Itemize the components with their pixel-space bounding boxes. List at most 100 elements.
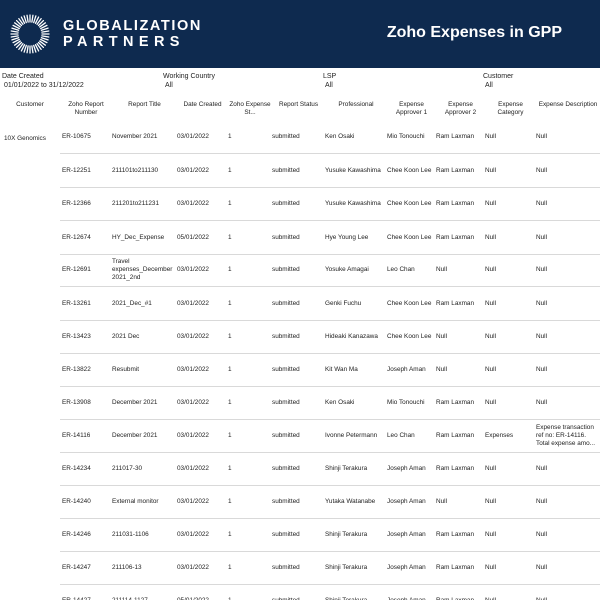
table-row[interactable]: ER-13908 December 2021 03/01/2022 1 submitte…: [60, 387, 600, 420]
expense-category-cell: Null: [485, 199, 497, 207]
filter-label: Working Country: [163, 73, 216, 80]
filter-value[interactable]: All: [323, 81, 336, 90]
approver-1-cell: Joseph Aman: [387, 585, 437, 600]
zoho-expense-status-cell: 1: [228, 563, 232, 571]
column-header-customer[interactable]: Customer: [0, 101, 60, 109]
table-row[interactable]: ER-14116 December 2021 03/01/2022 1 submitte…: [60, 420, 600, 453]
expense-description-cell: Null: [536, 464, 548, 472]
logo-ray: [11, 27, 20, 31]
logo-ray: [40, 27, 49, 31]
report-status-cell: submitted: [272, 530, 300, 538]
customer-cell: 10X Genomics: [4, 135, 46, 142]
report-number-cell: ER-14427: [62, 585, 110, 600]
report-title-cell: December 2021: [112, 431, 158, 439]
expense-description-cell: Null: [536, 563, 548, 571]
report-title-cell: HY_Dec_Expense: [112, 233, 165, 241]
expense-category-cell: Null: [485, 585, 533, 600]
table-row[interactable]: ER-14240 External monitor 03/01/2022 1 submi…: [60, 486, 600, 519]
report-status-cell: submitted: [272, 398, 300, 406]
column-header-report-status[interactable]: Report Status: [272, 101, 325, 109]
professional-cell: Hye Young Lee: [325, 233, 369, 241]
approver-2-cell: Ram Laxman: [436, 431, 475, 439]
expense-description-cell: Null: [536, 233, 548, 241]
report-title-cell: 211201to211231: [112, 199, 160, 207]
filter-label: LSP: [323, 73, 337, 80]
table-row[interactable]: ER-14247 211106-13 03/01/2022 1 submitted Shi…: [60, 552, 600, 585]
brand-line-2: PARTNERS: [63, 34, 185, 50]
page-title: Zoho Expenses in GPP: [386, 24, 562, 41]
approver-1-cell: Chee Koon Lee: [387, 299, 432, 307]
filter-value[interactable]: 01/01/2022 to 31/12/2022: [2, 81, 84, 90]
report-title-cell: 211017-30: [112, 464, 143, 472]
zoho-expense-status-cell: 1: [228, 299, 232, 307]
expense-category-cell: Null: [485, 132, 497, 140]
report-title-cell: 211114-1127: [112, 585, 172, 600]
table-row[interactable]: ER-12366 211201to211231 03/01/2022 1 submitt…: [60, 188, 600, 221]
approver-2-cell: Null: [436, 365, 448, 373]
table-row[interactable]: ER-14427211114-1127 05/01/20221 submittedS…: [60, 585, 600, 600]
column-header-zoho-expense-status[interactable]: Zoho Expense St...: [228, 101, 272, 117]
report-title-cell: 2021_Dec_#1: [112, 299, 152, 307]
expense-description-cell: Null: [536, 132, 548, 140]
table-row[interactable]: ER-13261 2021_Dec_#1 03/01/2022 1 submitted G…: [60, 288, 600, 321]
report-title-cell: 2021 Dec: [112, 332, 140, 340]
table-row[interactable]: ER-13822 Resubmit 03/01/2022 1 submitted Kit …: [60, 354, 600, 387]
zoho-expense-status-cell: 1: [228, 398, 232, 406]
column-header-approver-1[interactable]: Expense Approver 1: [387, 101, 436, 117]
filter-value[interactable]: All: [163, 81, 215, 90]
report-number-cell: ER-14240: [62, 497, 91, 505]
date-created-cell: 03/01/2022: [177, 132, 209, 140]
column-header-date-created[interactable]: Date Created: [177, 101, 228, 109]
table-row[interactable]: ER-14246 211031-1106 03/01/2022 1 submitted S…: [60, 519, 600, 552]
expense-category-cell: Expenses: [485, 431, 514, 439]
table-row[interactable]: ER-14234 211017-30 03/01/2022 1 submitted Shi…: [60, 453, 600, 486]
filter-customer[interactable]: Customer All: [483, 72, 513, 90]
table-row[interactable]: ER-12674 HY_Dec_Expense 05/01/2022 1 submitt…: [60, 222, 600, 255]
column-header-report-title[interactable]: Report Title: [112, 101, 177, 109]
zoho-expense-status-cell: 1: [228, 530, 232, 538]
report-number-cell: ER-14247: [62, 563, 91, 571]
expense-description-cell: Null: [536, 530, 548, 538]
professional-cell: Yosuke Amagai: [325, 265, 369, 273]
column-header-report-number[interactable]: Zoho Report Number: [60, 101, 112, 117]
filter-date-created[interactable]: Date Created 01/01/2022 to 31/12/2022: [2, 72, 84, 90]
filter-working-country[interactable]: Working Country All: [163, 72, 215, 90]
report-status-cell: submitted: [272, 199, 300, 207]
report-number-cell: ER-13908: [62, 398, 91, 406]
column-header-expense-category[interactable]: Expense Category: [485, 101, 536, 117]
approver-2-cell: Null: [436, 265, 448, 273]
professional-cell: Yutaka Watanabe: [325, 497, 376, 505]
professional-cell: Genki Fuchu: [325, 299, 362, 307]
report-number-cell: ER-13822: [62, 365, 91, 373]
column-header-approver-2[interactable]: Expense Approver 2: [436, 101, 485, 117]
filter-value[interactable]: All: [483, 81, 513, 90]
date-created-cell: 05/01/2022: [177, 233, 209, 241]
table-row[interactable]: ER-12691 Travel expenses_December 2021_2n…: [60, 254, 600, 287]
approver-1-cell: Joseph Aman: [387, 464, 426, 472]
report-status-cell: submitted: [272, 585, 322, 600]
approver-1-cell: Mio Tonouchi: [387, 132, 425, 140]
table-row[interactable]: ER-10675 November 2021 03/01/2022 1 submitte…: [60, 121, 600, 154]
expense-category-cell: Null: [485, 497, 497, 505]
expense-category-cell: Null: [485, 398, 497, 406]
logo-ray: [26, 45, 29, 54]
approver-2-cell: Null: [436, 332, 448, 340]
table-row[interactable]: ER-12251 211101to211130 03/01/2022 1 submitt…: [60, 155, 600, 188]
date-created-cell: 05/01/2022: [177, 585, 225, 600]
expense-description-cell: Null: [536, 166, 548, 174]
column-header-professional[interactable]: Professional: [325, 101, 387, 109]
professional-cell: Ken Osaki: [325, 398, 355, 406]
logo-ray: [41, 35, 50, 38]
report-header: GLOBALIZATION PARTNERS Zoho Expenses in …: [0, 0, 600, 68]
report-number-cell: ER-13423: [62, 332, 91, 340]
report-number-cell: ER-14246: [62, 530, 91, 538]
approver-2-cell: Ram Laxman: [436, 585, 484, 600]
professional-cell: Hideaki Kanazawa: [325, 332, 378, 340]
filter-lsp[interactable]: LSP All: [323, 72, 336, 90]
zoho-expense-status-cell: 1: [228, 166, 232, 174]
column-header-expense-description[interactable]: Expense Description: [536, 101, 600, 109]
table-row[interactable]: ER-13423 2021 Dec 03/01/2022 1 submitted Hide…: [60, 321, 600, 354]
report-number-cell: ER-12691: [62, 265, 91, 273]
approver-1-cell: Chee Koon Lee: [387, 166, 432, 174]
expense-category-cell: Null: [485, 563, 497, 571]
